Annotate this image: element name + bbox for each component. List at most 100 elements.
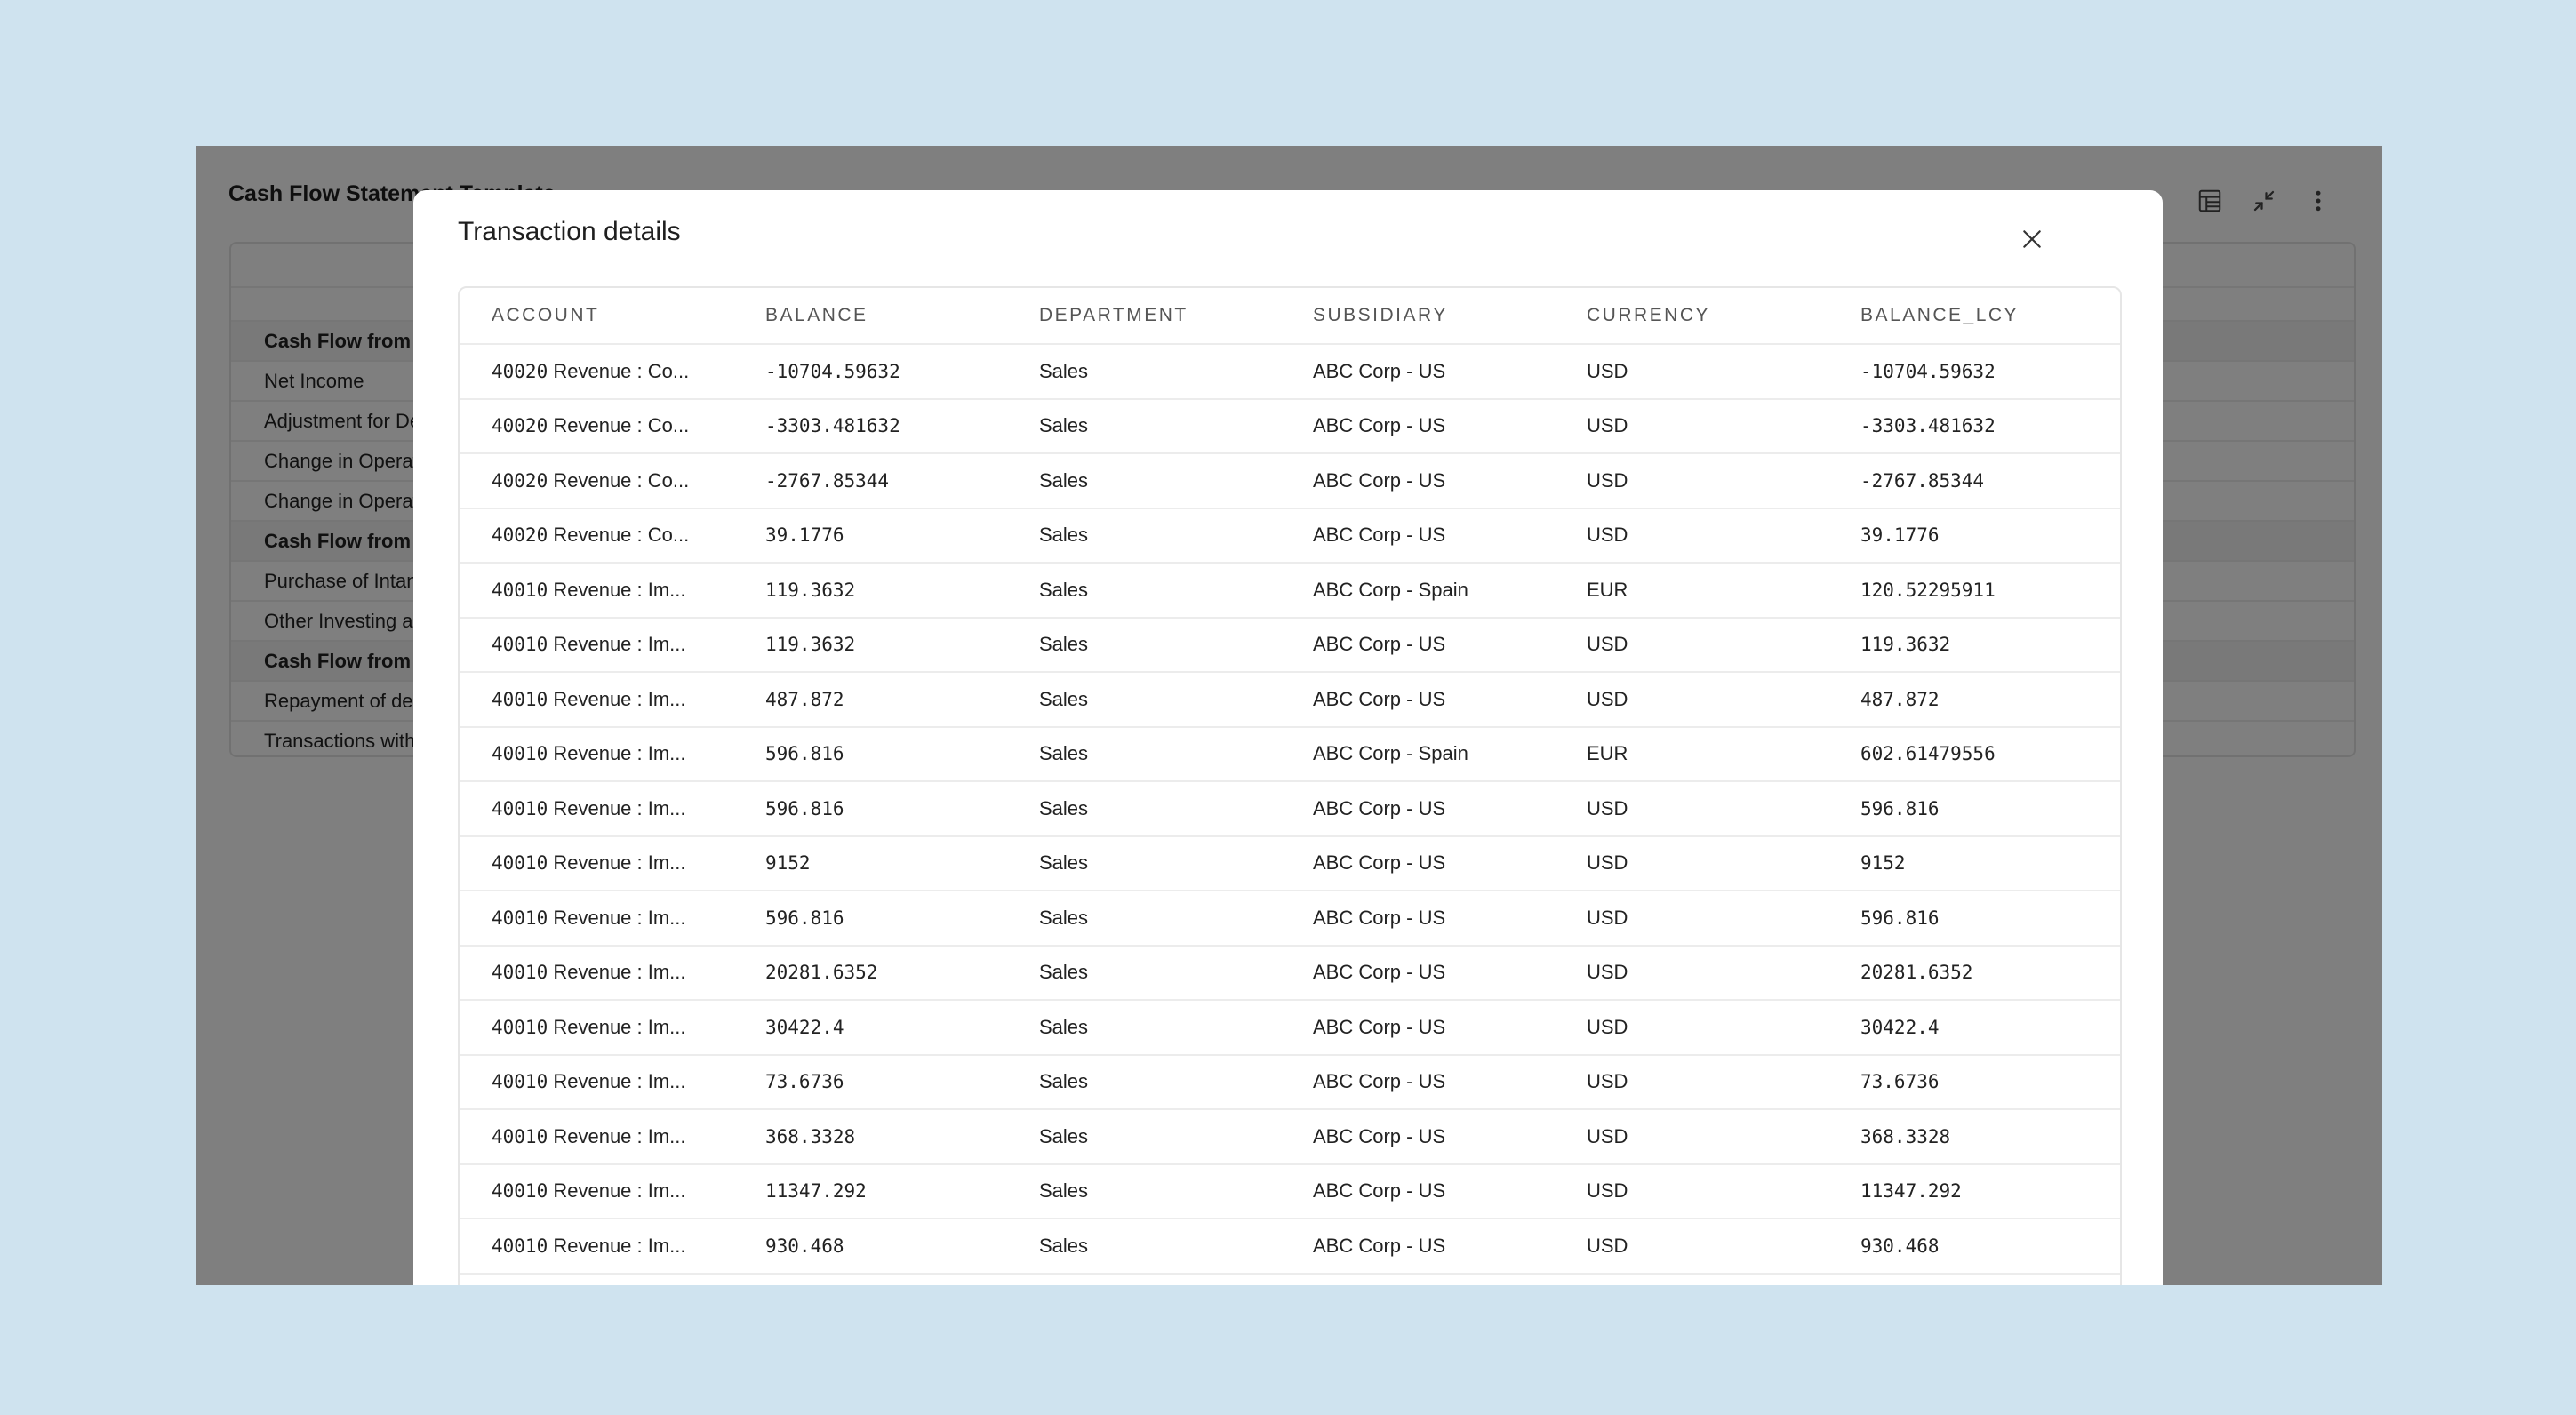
cell-balance: 596.816 [733, 781, 1007, 837]
table-row[interactable]: 40010 Revenue : Im... 20281.6352 Sales ABC … [460, 945, 2120, 1001]
column-header-currency[interactable]: CURRENCY [1555, 288, 1828, 345]
column-header-subsidiary[interactable]: SUBSIDIARY [1281, 288, 1555, 345]
cell-subsidiary: ABC Corp - US [1281, 945, 1555, 1001]
cell-currency: USD [1555, 453, 1828, 509]
cell-department: Sales [1007, 781, 1281, 837]
modal-title: Transaction details [458, 217, 681, 246]
table-row[interactable]: 40010 Revenue : Im... 596.816 Sales ABC Cor… [460, 781, 2120, 837]
close-icon [2023, 230, 2041, 248]
cell-department: Sales [1007, 1109, 1281, 1165]
transactions-table: ACCOUNT BALANCE DEPARTMENT SUBSIDIARY CURREN… [458, 286, 2122, 1285]
cell-balance: 119.3632 [733, 563, 1007, 619]
close-button[interactable] [2010, 217, 2054, 261]
cell-balance: 596.816 [733, 726, 1007, 782]
cell-account: 40010 Revenue : Im... [460, 1109, 733, 1165]
cell-department: Sales [1007, 508, 1281, 564]
account-code: 40010 [492, 1071, 548, 1093]
column-header-department[interactable]: DEPARTMENT [1007, 288, 1281, 345]
column-header-balance[interactable]: BALANCE [733, 288, 1007, 345]
table-row[interactable]: 40020 Revenue : Co... -10704.59632 Sales AB… [460, 344, 2120, 400]
transaction-details-modal: Transaction details ACCOUNT BALANCE DEPART… [413, 190, 2163, 1285]
cell-balance-lcy: 120.52295911 [1828, 563, 2120, 619]
cell-currency: USD [1555, 398, 1828, 454]
table-row[interactable]: 40010 Revenue : Im... 368.3328 Sales ABC Co… [460, 1109, 2120, 1165]
cell-balance-lcy: 596.816 [1828, 891, 2120, 947]
table-header-row: ACCOUNT BALANCE DEPARTMENT SUBSIDIARY CURREN… [460, 288, 2120, 345]
cell-department: Sales [1007, 1219, 1281, 1275]
cell-account: 40010 Revenue : Im... [460, 617, 733, 673]
account-code: 40010 [492, 797, 548, 819]
table-row[interactable]: 40010 Revenue : Im... 73.6736 Sales ABC Cor… [460, 1054, 2120, 1110]
account-name: Revenue : Co... [553, 359, 690, 382]
account-code: 40010 [492, 1125, 548, 1147]
cell-department: Sales [1007, 835, 1281, 891]
cell-subsidiary: ABC Corp - US [1281, 617, 1555, 673]
cell-balance: 487.872 [733, 672, 1007, 728]
cell-account: 40020 Revenue : Co... [460, 453, 733, 509]
cell-balance-lcy: 39.1776 [1828, 508, 2120, 564]
account-code: 40020 [492, 524, 548, 547]
cell-balance-lcy: 487.872 [1828, 672, 2120, 728]
cell-department: Sales [1007, 672, 1281, 728]
table-row[interactable]: 40010 Revenue : Im... 30422.4 Sales ABC Cor… [460, 1000, 2120, 1056]
column-header-account[interactable]: ACCOUNT [460, 288, 733, 345]
cell-account: 40010 Revenue : Im... [460, 1000, 733, 1056]
table-row[interactable]: 40010 Revenue : Im... 487.872 Sales ABC Cor… [460, 672, 2120, 728]
account-code: 40020 [492, 415, 548, 437]
account-name: Revenue : Im... [553, 578, 686, 601]
cell-department: Sales [1007, 398, 1281, 454]
account-code: 40020 [492, 360, 548, 382]
cell-account: 40010 Revenue : Im... [460, 835, 733, 891]
cell-subsidiary: ABC Corp - US [1281, 835, 1555, 891]
table-row[interactable]: 40020 Revenue : Co... -2767.85344 Sales ABC… [460, 453, 2120, 509]
account-code: 40010 [492, 852, 548, 875]
table-row[interactable]: 40020 Revenue : Co... 39.1776 Sales ABC Cor… [460, 508, 2120, 564]
cell-balance: 39.1776 [733, 508, 1007, 564]
cell-account: 40010 Revenue : Im... [460, 1163, 733, 1219]
cell-subsidiary: ABC Corp - US [1281, 1000, 1555, 1056]
table-row[interactable]: 40020 Revenue : Co... -3303.481632 Sales AB… [460, 398, 2120, 454]
table-row[interactable]: 40010 Revenue : Im... 596.816 Sales ABC Cor… [460, 891, 2120, 947]
cell-currency: USD [1555, 508, 1828, 564]
cell-account: 40020 Revenue : Co... [460, 344, 733, 400]
account-name: Revenue : Im... [553, 1015, 686, 1038]
table-row[interactable]: 40010 Revenue : Im... 9152 Sales ABC Corp -… [460, 835, 2120, 891]
cell-currency: USD [1555, 617, 1828, 673]
cell-subsidiary: ABC Corp - US [1281, 891, 1555, 947]
cell-currency: USD [1555, 1000, 1828, 1056]
cell-account: 40010 Revenue : Im... [460, 672, 733, 728]
account-code: 40010 [492, 634, 548, 656]
cell-currency: USD [1555, 835, 1828, 891]
cell-subsidiary: ABC Corp - US [1281, 781, 1555, 837]
account-code: 40010 [492, 1016, 548, 1038]
account-code: 40020 [492, 469, 548, 492]
cell-account: 40010 Revenue : Im... [460, 891, 733, 947]
cell-currency: USD [1555, 1219, 1828, 1275]
cell-balance: -2767.85344 [733, 453, 1007, 509]
account-name: Revenue : Im... [553, 687, 686, 710]
cell-currency: USD [1555, 945, 1828, 1001]
account-name: Revenue : Im... [553, 742, 686, 765]
app-window: Cash Flow Statement Template [196, 146, 2382, 1285]
cell-subsidiary: ABC Corp - US [1281, 453, 1555, 509]
table-row[interactable]: 40010 Revenue : Im... 596.816 Sales ABC Cor… [460, 726, 2120, 782]
account-name: Revenue : Im... [553, 851, 686, 875]
cell-account: 40010 Revenue : Im... [460, 1219, 733, 1275]
cell-subsidiary: ABC Corp - Spain [1281, 563, 1555, 619]
table-row[interactable]: 40010 Revenue : Im... 11347.292 Sales ABC C… [460, 1163, 2120, 1219]
cell-subsidiary: ABC Corp - US [1281, 672, 1555, 728]
cell-balance-lcy: 30422.4 [1828, 1000, 2120, 1056]
table-row[interactable]: 40010 Revenue : Im... 119.3632 Sales ABC Co… [460, 617, 2120, 673]
cell-account: 40010 Revenue : Im... [460, 945, 733, 1001]
account-name: Revenue : Im... [553, 961, 686, 984]
cell-department: Sales [1007, 453, 1281, 509]
cell-balance-lcy: 20281.6352 [1828, 945, 2120, 1001]
cell-balance: 9152 [733, 835, 1007, 891]
cell-balance-lcy: -3303.481632 [1828, 398, 2120, 454]
cell-currency: USD [1555, 344, 1828, 400]
column-header-balance-lcy[interactable]: BALANCE_LCY [1828, 288, 2120, 345]
table-row[interactable]: 40010 Revenue : Im... 930.468 Sales ABC Cor… [460, 1219, 2120, 1275]
cell-currency: USD [1555, 672, 1828, 728]
cell-subsidiary: ABC Corp - US [1281, 508, 1555, 564]
table-row[interactable]: 40010 Revenue : Im... 119.3632 Sales ABC Co… [460, 563, 2120, 619]
